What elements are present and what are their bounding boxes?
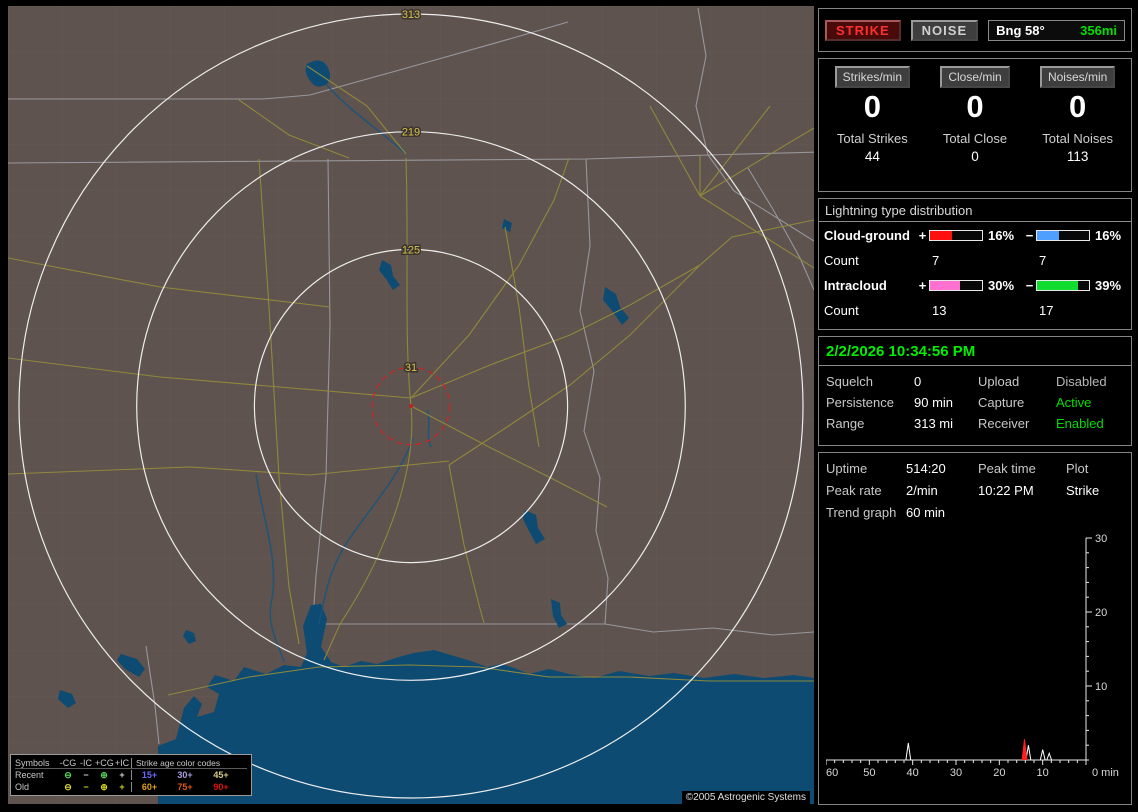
total-strikes-value: 44 [864,148,880,164]
rate-counters: Strikes/min 0 Total Strikes 44 Close/min… [818,58,1132,192]
strike-legend: Symbols -CG -IC +CG +IC Strike age color… [10,754,252,796]
old-pos-cg-icon: ⊕ [100,781,108,792]
cg-plus-count: 7 [932,252,940,268]
status-panel: STRIKE NOISE Bng 58° 356mi Strikes/min 0… [818,8,1132,805]
noises-per-min-button[interactable]: Noises/min [1039,66,1116,88]
map-canvas: 313 219 125 31 [8,6,814,804]
ic-plus-bar [929,279,983,291]
svg-text:40: 40 [907,767,919,779]
receiver-location-marker [409,404,413,408]
svg-text:313: 313 [402,9,420,21]
cg-plus-bar [929,229,983,241]
receiver-state: Enabled [1056,416,1104,431]
trend-graph: 60 50 40 30 20 10 0 min 10 20 30 [826,533,1119,779]
ic-plus-bar-fill [930,280,961,290]
copyright-text: ©2005 Astrogenic Systems [681,791,810,804]
svg-text:60: 60 [826,767,838,779]
svg-text:30: 30 [950,767,962,779]
total-close-label: Total Close [942,130,1008,146]
cloud-ground-count-row: Count 7 7 [819,248,1131,272]
ic-plus-count: 13 [932,302,947,318]
ic-minus-bar [1036,279,1090,291]
total-strikes-label: Total Strikes [836,130,908,146]
legend-old-row: Old ⊖ − ⊕ + 60+ 75+ 90+ [15,781,229,792]
svg-text:125: 125 [402,244,420,256]
old-neg-ic-icon: − [83,782,89,792]
trend-window-value: 60 min [906,505,946,520]
cg-plus-bar-fill [930,230,952,240]
plot-mode-value: Strike [1066,483,1100,498]
recent-neg-ic-icon: − [83,770,89,780]
cg-minus-bar [1036,229,1090,241]
strikes-per-min-value: 0 [863,89,881,124]
recent-pos-ic-icon: + [119,770,125,780]
peak-rate-value: 2/min [906,483,938,498]
cloud-ground-row: Cloud-ground + 16% − 16% [824,227,1122,243]
svg-text:50: 50 [863,767,875,779]
ic-minus-count: 17 [1039,302,1054,318]
intracloud-count-row: Count 13 17 [819,298,1131,322]
svg-text:20: 20 [1095,607,1107,619]
cg-minus-count: 7 [1039,252,1047,268]
system-status: 2/2/2026 10:34:56 PM Squelch 0 Upload Di… [818,336,1132,446]
svg-text:30: 30 [1095,533,1107,545]
noises-per-min-value: 0 [1069,89,1087,124]
peak-time-value: 10:22 PM [978,483,1034,498]
total-noises-value: 113 [1066,148,1089,164]
legend-col-neg-cg: -CG [59,757,77,768]
ic-minus-bar-fill [1037,280,1078,290]
legend-recent-row: Recent ⊖ − ⊕ + 15+ 30+ 45+ [15,769,229,780]
legend-col-neg-ic: -IC [80,757,92,768]
legend-header-row: Symbols -CG -IC +CG +IC Strike age color… [15,757,247,769]
cg-minus-bar-fill [1037,230,1059,240]
svg-text:31: 31 [405,362,417,374]
close-counter: Close/min 0 Total Close 0 [924,66,1027,187]
noises-counter: Noises/min 0 Total Noises 113 [1026,66,1129,187]
intracloud-row: Intracloud + 30% − 39% [824,277,1122,293]
svg-text:219: 219 [402,127,420,139]
distribution-title: Lightning type distribution [819,199,1131,222]
close-per-min-button[interactable]: Close/min [940,66,1010,88]
type-distribution: Lightning type distribution Cloud-ground… [818,198,1132,330]
upload-state: Disabled [1056,374,1107,389]
svg-text:10: 10 [1037,767,1049,779]
svg-text:10: 10 [1095,681,1107,693]
distance-value: 356mi [1080,22,1117,38]
old-neg-cg-icon: ⊖ [64,781,72,792]
legend-symbols-header: Symbols [15,757,50,768]
svg-text:20: 20 [993,767,1005,779]
old-pos-ic-icon: + [119,782,125,792]
capture-state: Active [1056,395,1092,410]
datetime-display: 2/2/2026 10:34:56 PM [819,337,1131,366]
uptime-value: 514:20 [906,461,946,476]
recent-neg-cg-icon: ⊖ [64,769,72,780]
bearing-value: Bng 58° [996,22,1045,38]
strike-mode-button[interactable]: STRIKE [825,19,901,41]
legend-col-pos-ic: +IC [114,757,130,768]
lightning-map[interactable]: 313 219 125 31 Symbols -CG -IC +CG +IC Stri… [8,6,814,804]
strikes-per-min-button[interactable]: Strikes/min [834,66,910,88]
close-per-min-value: 0 [966,89,984,124]
noise-mode-button[interactable]: NOISE [910,19,979,41]
total-noises-label: Total Noises [1042,130,1114,146]
legend-age-header: Strike age color codes [131,757,239,768]
mode-bar: STRIKE NOISE Bng 58° 356mi [818,8,1132,52]
status-grid: Squelch 0 Upload Disabled Persistence 90… [819,366,1131,439]
strikes-counter: Strikes/min 0 Total Strikes 44 [821,66,924,187]
svg-text:0 min: 0 min [1092,767,1119,779]
bearing-distance-display: Bng 58° 356mi [988,19,1125,41]
total-close-value: 0 [971,148,979,164]
stats-grid: Uptime 514:20 Peak time Plot Peak rate 2… [826,461,1124,520]
statistics-and-trend: Uptime 514:20 Peak time Plot Peak rate 2… [818,452,1132,805]
recent-pos-cg-icon: ⊕ [100,769,108,780]
legend-col-pos-cg: +CG [95,757,114,768]
